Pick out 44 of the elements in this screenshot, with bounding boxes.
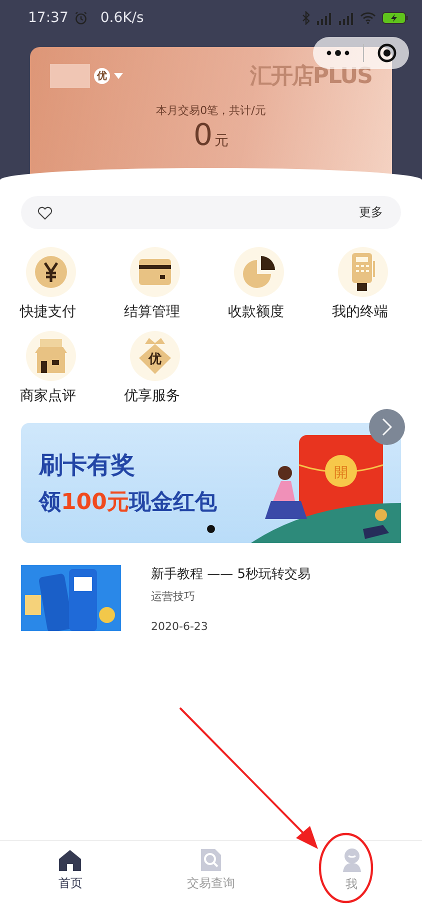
- card-terminal-icon: [350, 253, 376, 291]
- article-title: 新手教程 —— 5秒玩转交易: [151, 566, 311, 583]
- amount-unit: 元: [214, 132, 229, 150]
- yen-icon: [34, 255, 68, 289]
- battery-icon: [382, 12, 408, 24]
- amount-value: 0: [193, 118, 213, 153]
- service-item[interactable]: 快捷支付: [6, 247, 110, 321]
- promo-banner[interactable]: 刷卡有奖 领100元现金红包 開: [21, 423, 401, 543]
- service-item[interactable]: 优 优享服务: [110, 331, 214, 405]
- user-icon: [340, 848, 363, 872]
- blurred-name: [50, 64, 90, 88]
- card-icon: [139, 259, 171, 285]
- more-icon[interactable]: [325, 49, 352, 57]
- status-time: 17:37: [28, 10, 68, 26]
- search-icon: [201, 848, 221, 870]
- chevron-icon: [382, 418, 392, 436]
- next-button[interactable]: [369, 409, 405, 445]
- banner-subtitle: 领100元现金红包: [39, 489, 217, 517]
- vip-badge: 优: [94, 68, 110, 84]
- pie-chart-icon: [241, 254, 277, 290]
- service-item[interactable]: 我的终端: [318, 247, 422, 321]
- tab[interactable]: 首页: [0, 841, 141, 899]
- network-speed: 0.6K/s: [100, 10, 144, 26]
- wifi-icon: [360, 12, 376, 24]
- close-icon[interactable]: [376, 43, 397, 63]
- annotation-circle: [318, 832, 374, 904]
- article-date: 2020-6-23: [151, 620, 209, 633]
- more-link[interactable]: 更多: [359, 204, 383, 221]
- alarm-icon: [74, 11, 88, 25]
- page-indicator[interactable]: [207, 525, 215, 533]
- service-item[interactable]: 商家点评: [6, 331, 110, 405]
- banner-title: 刷卡有奖: [39, 450, 135, 481]
- service-item[interactable]: 收款额度: [214, 247, 318, 321]
- home-icon: [58, 848, 82, 870]
- shop-icon: [33, 339, 69, 373]
- article-category: 运营技巧: [151, 589, 196, 604]
- monthly-summary: 本月交易0笔，共计/元: [155, 103, 267, 118]
- signal-icon: [338, 12, 354, 24]
- gift-envelope-drawing: 開: [251, 433, 401, 543]
- service-item[interactable]: 结算管理: [110, 247, 214, 321]
- bluetooth-icon: [302, 11, 310, 25]
- signal-icon: [316, 12, 332, 24]
- heart-icon: [37, 204, 53, 220]
- article-item[interactable]: 新手教程 —— 5秒玩转交易 运营技巧 2020-6-23: [21, 565, 401, 633]
